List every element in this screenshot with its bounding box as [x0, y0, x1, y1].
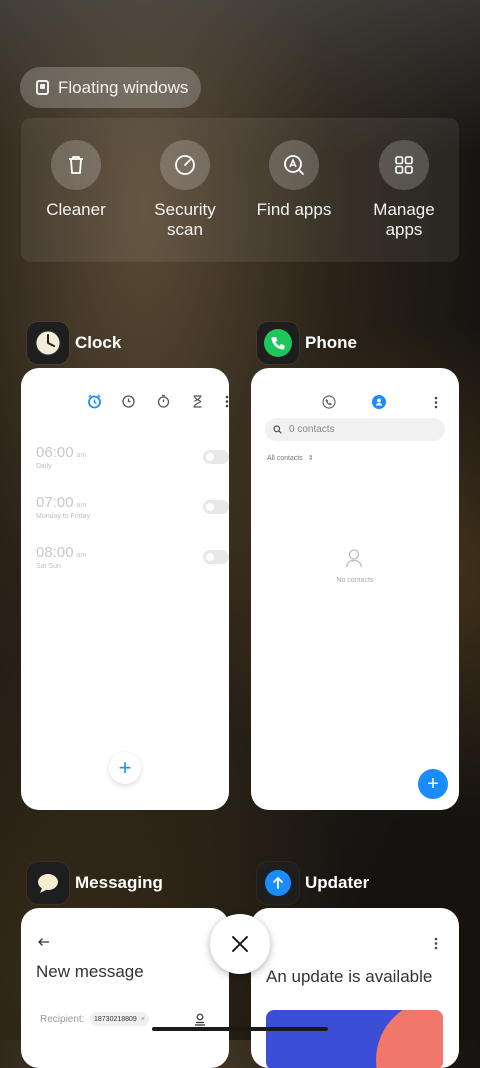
more-icon[interactable] [434, 937, 438, 950]
phone-app-card[interactable]: 0 contacts All contacts ⇕ No contacts + [251, 368, 459, 810]
find-apps-label: Find apps [256, 200, 332, 219]
floating-windows-label: Floating windows [58, 77, 189, 97]
floating-windows-button[interactable]: Floating windows [20, 67, 201, 108]
update-banner-image [266, 1010, 443, 1068]
add-alarm-button[interactable]: + [109, 752, 141, 784]
alarm-item[interactable]: 06:00 am Daily [36, 444, 229, 470]
alarm-time: 07:00 [36, 494, 74, 511]
recents-tab-icon[interactable] [322, 395, 336, 409]
alarm-ampm: am [76, 452, 87, 459]
clock-app-icon [27, 322, 69, 364]
contacts-filter[interactable]: All contacts ⇕ [267, 454, 314, 463]
updater-app-card[interactable]: An update is available [251, 908, 459, 1068]
phone-app-icon [257, 322, 299, 364]
plus-icon: + [427, 772, 439, 795]
recipient-chip-number: 18730218809 [94, 1015, 137, 1023]
home-indicator[interactable] [152, 1027, 328, 1031]
recipient-label: Recipient: [40, 1014, 85, 1025]
clock-app-header[interactable]: Clock [27, 322, 121, 364]
messaging-app-name: Messaging [75, 873, 163, 892]
quick-actions-panel: Cleaner Security scan Find apps Manage a… [21, 118, 459, 262]
contacts-tab-icon[interactable] [372, 395, 386, 409]
alarm-repeat: Sat Sun [36, 563, 61, 570]
filter-label: All contacts [267, 454, 303, 462]
messaging-app-header[interactable]: Messaging [27, 862, 163, 904]
chip-remove-icon[interactable]: × [141, 1016, 145, 1023]
stopwatch-tab-icon[interactable] [157, 394, 170, 408]
more-icon[interactable] [434, 396, 438, 409]
clock-app-name: Clock [75, 333, 122, 352]
add-contact-button[interactable]: + [418, 769, 448, 799]
alarm-item[interactable]: 08:00 am Sat Sun [36, 544, 229, 570]
alarm-tab-icon[interactable] [87, 394, 102, 409]
updater-app-icon [257, 862, 299, 904]
contact-picker-icon[interactable] [194, 1013, 206, 1026]
messaging-app-icon [27, 862, 69, 904]
alarm-ampm: am [76, 502, 87, 509]
alarm-repeat: Monday to Friday [36, 513, 91, 520]
close-icon [232, 936, 248, 952]
alarm-toggle[interactable] [203, 450, 229, 464]
timer-tab-icon[interactable] [192, 395, 203, 408]
cleaner-button[interactable]: Cleaner [21, 140, 131, 220]
trash-icon [51, 140, 101, 190]
close-all-button[interactable] [210, 914, 270, 974]
manage-apps-label: Manage apps [373, 200, 435, 239]
shield-scan-icon [160, 140, 210, 190]
recipient-chip[interactable]: 18730218809 × [90, 1012, 149, 1026]
back-arrow-icon[interactable] [37, 937, 50, 947]
floating-window-icon [36, 80, 49, 95]
cleaner-label: Cleaner [46, 200, 106, 219]
clock-tabs [49, 394, 229, 410]
alarm-time: 06:00 [36, 444, 74, 461]
app-search-icon [269, 140, 319, 190]
alarm-toggle[interactable] [203, 500, 229, 514]
clock-app-card[interactable]: 06:00 am Daily 07:00 am Monday to Friday 0… [21, 368, 229, 810]
alarm-item[interactable]: 07:00 am Monday to Friday [36, 494, 229, 520]
clock-tab-icon[interactable] [122, 395, 135, 408]
plus-icon: + [118, 755, 132, 780]
manage-apps-button[interactable]: Manage apps [349, 140, 459, 240]
updater-app-header[interactable]: Updater [257, 862, 369, 904]
phone-app-name: Phone [305, 333, 357, 352]
more-icon[interactable] [225, 395, 229, 408]
search-icon [273, 425, 282, 434]
contacts-search-input[interactable]: 0 contacts [265, 418, 445, 441]
update-available-title: An update is available [266, 967, 433, 986]
messaging-app-card[interactable]: New message Recipient: 18730218809 × [21, 908, 229, 1068]
sort-icon: ⇕ [307, 455, 314, 462]
updater-app-name: Updater [305, 873, 370, 892]
new-message-title: New message [36, 962, 144, 981]
empty-contacts-icon [345, 549, 363, 568]
empty-contacts-text: No contacts [336, 577, 374, 584]
alarm-repeat: Daily [36, 463, 52, 470]
phone-app-header[interactable]: Phone [257, 322, 357, 364]
search-placeholder: 0 contacts [289, 424, 335, 435]
security-scan-label: Security scan [154, 200, 216, 239]
alarm-time: 08:00 [36, 544, 74, 561]
alarm-ampm: am [76, 552, 87, 559]
find-apps-button[interactable]: Find apps [239, 140, 349, 220]
alarm-toggle[interactable] [203, 550, 229, 564]
security-scan-button[interactable]: Security scan [130, 140, 240, 240]
grid-icon [379, 140, 429, 190]
